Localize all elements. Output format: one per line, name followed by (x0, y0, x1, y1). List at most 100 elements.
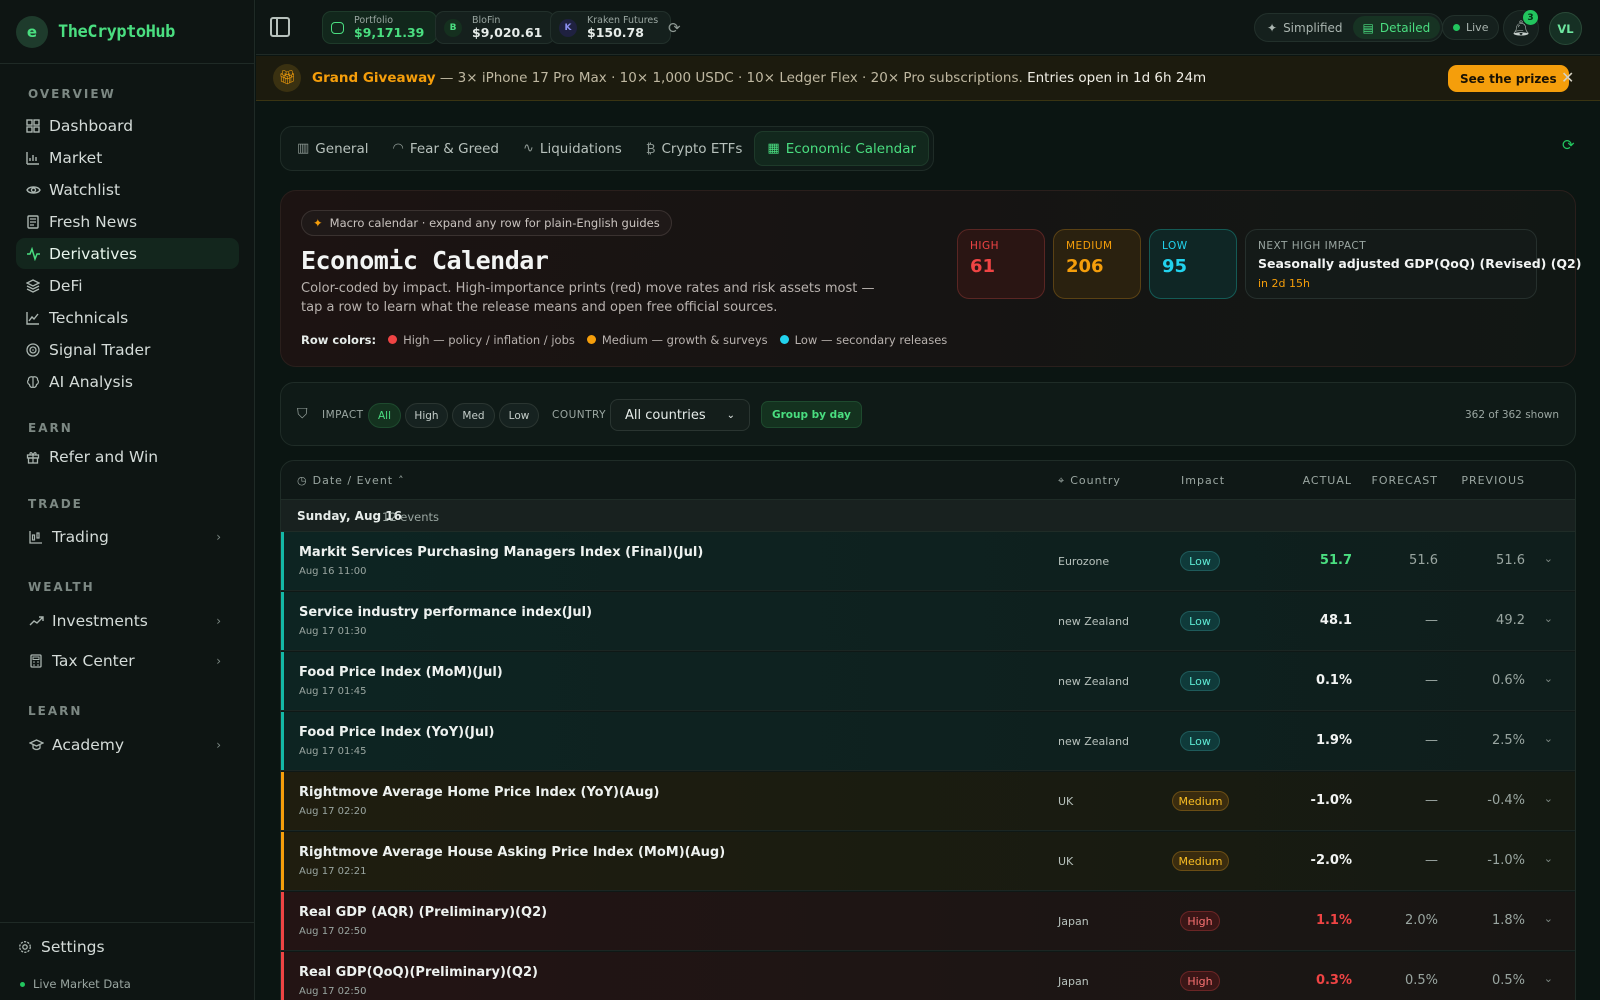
sidebar-item-technicals[interactable]: Technicals (16, 302, 239, 333)
tab-general[interactable]: ▥ General (285, 131, 381, 166)
sidebar-item-fresh-news[interactable]: Fresh News (16, 206, 239, 237)
event-time: Aug 17 01:30 (299, 626, 367, 637)
event-country: UK (1058, 795, 1074, 808)
forecast-value: — (1425, 673, 1438, 688)
sidebar-item-investments[interactable]: Investments › (16, 605, 239, 636)
chevron-down-icon[interactable]: ⌄ (1544, 552, 1553, 565)
next-high-impact-card[interactable]: NEXT HIGH IMPACT Seasonally adjusted GDP(… (1245, 229, 1582, 299)
live-market-status: Live Market Data (20, 977, 131, 991)
tab-label: Fear & Greed (409, 140, 500, 157)
graduation-cap-icon (28, 737, 44, 753)
sidebar-item-derivatives[interactable]: Derivatives (16, 238, 239, 269)
event-time: Aug 17 02:50 (299, 926, 367, 937)
legend-label: Low — secondary releases (794, 333, 948, 347)
table-row[interactable]: Service industry performance index(Jul) A… (281, 592, 1575, 651)
table-row[interactable]: Real GDP(QoQ)(Preliminary)(Q2) Aug 17 02:… (281, 952, 1575, 1000)
actual-value: 1.9% (1315, 733, 1352, 748)
sidebar-item-ai-analysis[interactable]: AI Analysis (16, 366, 239, 397)
table-row[interactable]: Food Price Index (YoY)(Jul) Aug 17 01:45 n… (281, 712, 1575, 771)
wallet-portfolio[interactable]: Portfolio $9,171.39 (322, 11, 438, 44)
sidebar-item-label: Trading (52, 527, 109, 546)
refresh-icon[interactable]: ⟳ (1562, 136, 1575, 154)
sidebar-item-refer-and-win[interactable]: Refer and Win (16, 441, 239, 472)
impact-badge: Low (1180, 731, 1220, 751)
sidebar-item-trading[interactable]: Trading › (16, 521, 239, 552)
market-icon (25, 150, 41, 166)
table-row[interactable]: Rightmove Average House Asking Price Ind… (281, 832, 1575, 891)
sidebar-item-market[interactable]: Market (16, 142, 239, 173)
chevron-down-icon[interactable]: ⌄ (1544, 612, 1553, 625)
impact-badge: Medium (1172, 851, 1229, 871)
kraken-icon: K (559, 18, 577, 37)
legend-label: High — policy / inflation / jobs (403, 333, 575, 347)
sidebar-item-label: Watchlist (49, 180, 121, 199)
legend-label: Medium — growth & surveys (601, 333, 768, 347)
impact-filter-all[interactable]: All (368, 403, 401, 428)
sidebar-item-signal-trader[interactable]: Signal Trader (16, 334, 239, 365)
actual-value: 0.1% (1315, 673, 1352, 688)
chevron-right-icon: › (216, 529, 221, 544)
chevron-down-icon[interactable]: ⌄ (1544, 912, 1553, 925)
sort-asc-icon: ˄ (398, 474, 405, 487)
wallet-blofin[interactable]: B BloFin $9,020.61 (435, 11, 556, 44)
results-count: 362 of 362 shown (1464, 409, 1559, 421)
impact-badge: High (1180, 971, 1220, 991)
impact-filter-low[interactable]: Low (499, 403, 539, 428)
table-row[interactable]: Food Price Index (MoM)(Jul) Aug 17 01:45 n… (281, 652, 1575, 711)
blofin-icon: B (444, 18, 462, 37)
sidebar-item-watchlist[interactable]: Watchlist (16, 174, 239, 205)
table-row[interactable]: Markit Services Purchasing Managers Inde… (281, 532, 1575, 591)
map-pin-icon: ⌖ (1058, 474, 1066, 487)
section-earn: EARN (28, 421, 73, 435)
sidebar-item-defi[interactable]: DeFi (16, 270, 239, 301)
stat-value: 61 (970, 256, 996, 277)
view-simplified-button[interactable]: ✦ Simplified (1257, 16, 1353, 39)
tab-crypto-etfs[interactable]: ₿ Crypto ETFs (634, 131, 755, 166)
event-time: Aug 17 01:45 (299, 686, 367, 697)
chevron-down-icon[interactable]: ⌄ (1544, 852, 1553, 865)
previous-value: 1.8% (1491, 913, 1525, 928)
tab-economic-calendar[interactable]: ▦ Economic Calendar (754, 131, 930, 166)
impact-filter-med[interactable]: Med (452, 403, 495, 428)
event-country: new Zealand (1058, 735, 1130, 748)
stat-medium[interactable]: MEDIUM 206 (1053, 229, 1141, 299)
chevron-down-icon[interactable]: ⌄ (1544, 732, 1553, 745)
next-event-title: Seasonally adjusted GDP(QoQ) (Revised) (… (1258, 256, 1582, 271)
table-row[interactable]: Rightmove Average Home Price Index (YoY)… (281, 772, 1575, 831)
chevron-down-icon[interactable]: ⌄ (1544, 972, 1553, 985)
stat-low[interactable]: LOW 95 (1149, 229, 1237, 299)
sidebar-item-tax-center[interactable]: Tax Center › (16, 645, 239, 676)
tab-liquidations[interactable]: ∿ Liquidations (511, 131, 634, 166)
sidebar-item-label: AI Analysis (49, 372, 133, 391)
see-prizes-button[interactable]: See the prizes (1448, 65, 1569, 92)
column-date-event[interactable]: ◷ Date / Event ˄ (297, 474, 405, 487)
stat-high[interactable]: HIGH 61 (957, 229, 1045, 299)
close-icon[interactable]: ✕ (1561, 68, 1574, 87)
wallet-kraken-futures[interactable]: K Kraken Futures $150.78 (550, 11, 672, 44)
refresh-icon[interactable]: ⟳ (668, 19, 681, 37)
event-time: Aug 16 11:00 (299, 566, 367, 577)
sidebar-item-academy[interactable]: Academy › (16, 729, 239, 760)
chevron-down-icon[interactable]: ⌄ (1544, 792, 1553, 805)
tab-fear-greed[interactable]: ◠ Fear & Greed (381, 131, 512, 166)
view-detailed-button[interactable]: ▤ Detailed (1352, 16, 1441, 39)
chevron-down-icon[interactable]: ⌄ (1544, 672, 1553, 685)
settings-button[interactable]: Settings (8, 931, 231, 962)
event-time: Aug 17 02:21 (299, 866, 367, 877)
avatar[interactable]: VL (1549, 12, 1582, 45)
group-by-day-button[interactable]: Group by day (761, 401, 862, 428)
live-dot (1453, 24, 1460, 31)
event-country: new Zealand (1058, 615, 1130, 628)
table-row[interactable]: Real GDP (AQR) (Preliminary)(Q2) Aug 17 0… (281, 892, 1575, 951)
country-select[interactable]: All countries ⌄ (610, 399, 750, 431)
column-previous: PREVIOUS (1461, 474, 1525, 487)
impact-color-bar (281, 952, 284, 1000)
section-trade: TRADE (28, 497, 83, 511)
app-logo[interactable]: e TheCryptoHub (16, 16, 175, 48)
day-group-header[interactable]: Sunday, Aug 16 12 events (281, 499, 1575, 532)
impact-filter-high[interactable]: High (405, 403, 448, 428)
sidebar-toggle-icon[interactable] (270, 17, 290, 37)
live-indicator[interactable]: Live (1442, 15, 1500, 40)
sidebar-item-dashboard[interactable]: Dashboard (16, 110, 239, 141)
previous-value: 2.5% (1491, 733, 1525, 748)
